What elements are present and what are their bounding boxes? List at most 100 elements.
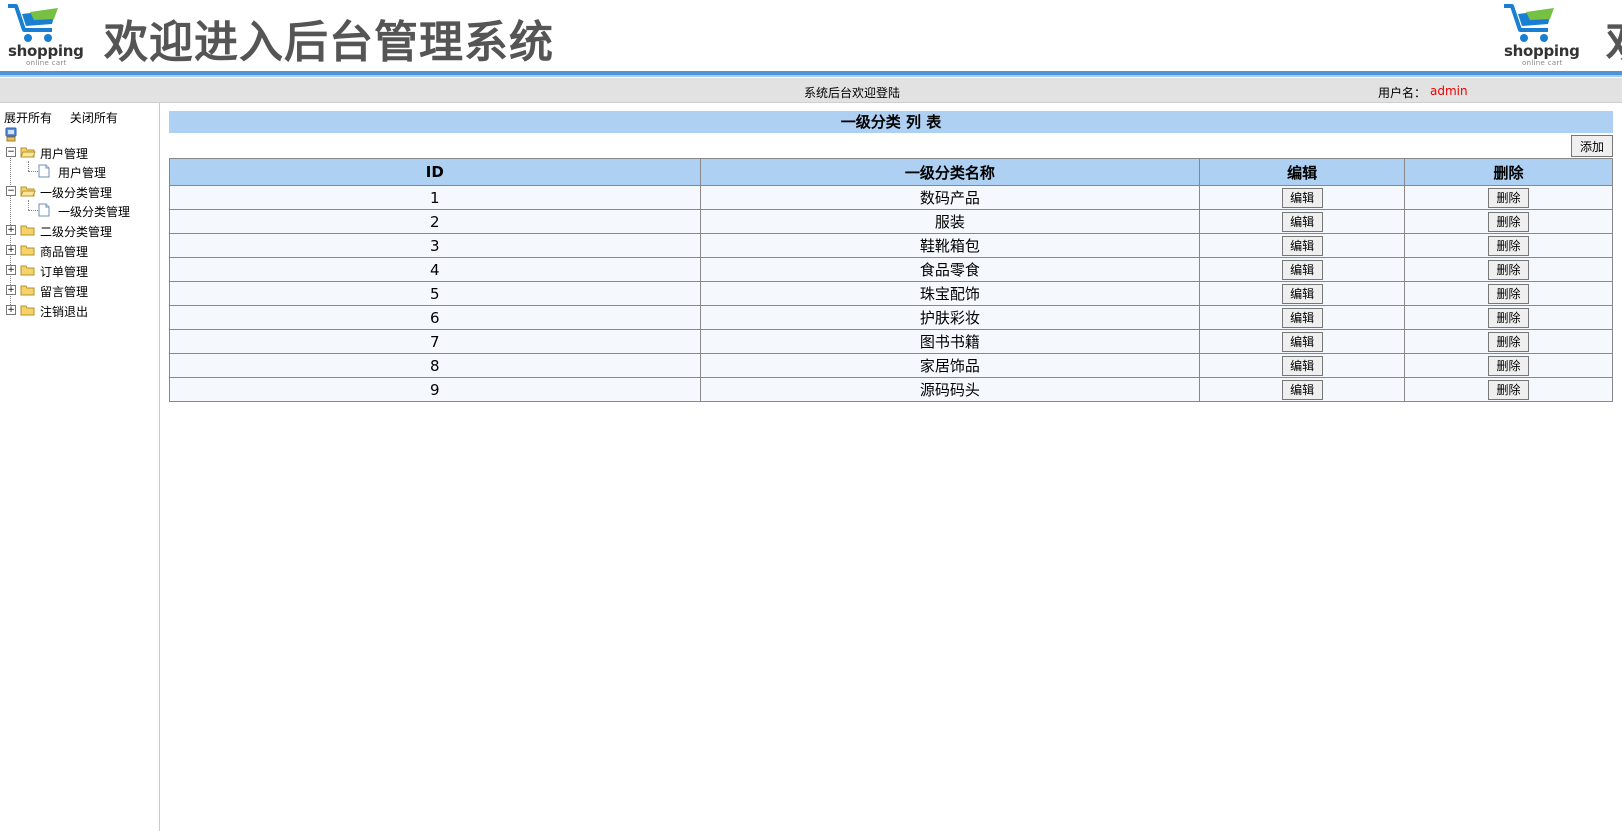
cell-name: 图书书籍 <box>699 329 1201 354</box>
tree-node-user-management[interactable]: − 用户管理 <box>0 143 158 161</box>
tree-node-category-2[interactable]: + 二级分类管理 <box>0 221 158 239</box>
logo-brand-repeat: shopping <box>1504 42 1580 60</box>
cell-edit: 编辑 <box>1199 377 1406 402</box>
expand-toggle-icon[interactable]: + <box>6 285 16 295</box>
expand-toggle-icon[interactable]: + <box>6 245 16 255</box>
edit-button[interactable]: 编辑 <box>1281 235 1323 256</box>
welcome-bar: 系统后台欢迎登陆 用户名： admin <box>0 78 1622 103</box>
expand-all-link[interactable]: 展开所有 <box>4 111 52 125</box>
cell-edit: 编辑 <box>1199 353 1406 378</box>
cell-delete: 删除 <box>1404 209 1613 234</box>
toolbar: 添加 <box>169 133 1613 157</box>
edit-button[interactable]: 编辑 <box>1281 355 1323 376</box>
header-banner: shopping online cart 欢迎进入后台管理系统 shopping… <box>0 0 1622 70</box>
cell-edit: 编辑 <box>1199 329 1406 354</box>
cart-icon <box>8 4 58 42</box>
folder-icon <box>20 265 35 276</box>
tree-node-label: 订单管理 <box>40 265 89 279</box>
category-table: ID 一级分类名称 编辑 删除 1 数码产品 编辑 删除 2 服装 编辑 删除 … <box>169 158 1613 402</box>
cell-edit: 编辑 <box>1199 185 1406 210</box>
table-row: 6 护肤彩妆 编辑 删除 <box>169 305 1613 330</box>
edit-button[interactable]: 编辑 <box>1281 259 1323 280</box>
tree-node-category-1[interactable]: − 一级分类管理 <box>0 182 158 200</box>
tree-node-messages[interactable]: + 留言管理 <box>0 281 158 299</box>
column-header-id: ID <box>169 158 701 186</box>
cart-icon <box>1504 4 1554 42</box>
sidebar: 展开所有 关闭所有 − 用户管理 用户管理 − 一级分类管理 一级分类管理 + … <box>0 103 160 831</box>
welcome-message: 系统后台欢迎登陆 <box>804 86 901 100</box>
edit-button[interactable]: 编辑 <box>1281 211 1323 232</box>
cell-edit: 编辑 <box>1199 209 1406 234</box>
edit-button[interactable]: 编辑 <box>1281 379 1323 400</box>
document-icon <box>38 203 50 217</box>
edit-button[interactable]: 编辑 <box>1281 307 1323 328</box>
collapse-all-link[interactable]: 关闭所有 <box>70 111 118 125</box>
tree-leaf-user-management[interactable]: 用户管理 <box>0 162 158 180</box>
table-row: 2 服装 编辑 删除 <box>169 209 1613 234</box>
cell-delete: 删除 <box>1404 281 1613 306</box>
cell-delete: 删除 <box>1404 353 1613 378</box>
banner-title-repeat: 欢 <box>1606 6 1622 70</box>
edit-button[interactable]: 编辑 <box>1281 187 1323 208</box>
table-row: 9 源码码头 编辑 删除 <box>169 377 1613 402</box>
cell-edit: 编辑 <box>1199 233 1406 258</box>
logo-subtitle: online cart <box>26 59 67 67</box>
cell-delete: 删除 <box>1404 185 1613 210</box>
delete-button[interactable]: 删除 <box>1488 235 1530 256</box>
cell-name: 护肤彩妆 <box>699 305 1201 330</box>
delete-button[interactable]: 删除 <box>1488 307 1530 328</box>
cell-name: 数码产品 <box>699 185 1201 210</box>
table-row: 7 图书书籍 编辑 删除 <box>169 329 1613 354</box>
folder-icon <box>20 245 35 256</box>
delete-button[interactable]: 删除 <box>1488 355 1530 376</box>
delete-button[interactable]: 删除 <box>1488 283 1530 304</box>
logo-subtitle-repeat: online cart <box>1522 59 1563 67</box>
banner-title: 欢迎进入后台管理系统 <box>104 17 554 68</box>
header-divider-light <box>0 75 1622 77</box>
edit-button[interactable]: 编辑 <box>1281 283 1323 304</box>
collapse-toggle-icon[interactable]: − <box>6 147 16 157</box>
edit-button[interactable]: 编辑 <box>1281 331 1323 352</box>
table-row: 1 数码产品 编辑 删除 <box>169 185 1613 210</box>
cell-id: 9 <box>169 377 701 402</box>
tree-leaf-category-1[interactable]: 一级分类管理 <box>0 201 158 219</box>
tree-controls: 展开所有 关闭所有 <box>4 109 132 126</box>
table-row: 5 珠宝配饰 编辑 删除 <box>169 281 1613 306</box>
folder-open-icon <box>20 147 36 158</box>
tree-node-label: 二级分类管理 <box>40 225 113 239</box>
add-button[interactable]: 添加 <box>1570 135 1613 157</box>
delete-button[interactable]: 删除 <box>1488 379 1530 400</box>
tree-node-logout[interactable]: + 注销退出 <box>0 301 158 319</box>
tree-node-orders[interactable]: + 订单管理 <box>0 261 158 279</box>
cell-name: 家居饰品 <box>699 353 1201 378</box>
folder-icon <box>20 305 35 316</box>
cell-edit: 编辑 <box>1199 281 1406 306</box>
table-row: 3 鞋靴箱包 编辑 删除 <box>169 233 1613 258</box>
cell-name: 源码码头 <box>699 377 1201 402</box>
tree-node-label: 一级分类管理 <box>40 186 113 200</box>
tree-node-label: 商品管理 <box>40 245 89 259</box>
delete-button[interactable]: 删除 <box>1488 187 1530 208</box>
tree-leaf-label: 用户管理 <box>58 166 107 180</box>
cell-edit: 编辑 <box>1199 305 1406 330</box>
delete-button[interactable]: 删除 <box>1488 211 1530 232</box>
expand-toggle-icon[interactable]: + <box>6 305 16 315</box>
page-title: 一级分类 列 表 <box>169 111 1613 133</box>
cell-delete: 删除 <box>1404 377 1613 402</box>
cell-id: 2 <box>169 209 701 234</box>
expand-toggle-icon[interactable]: + <box>6 265 16 275</box>
cell-name: 服装 <box>699 209 1201 234</box>
cell-delete: 删除 <box>1404 329 1613 354</box>
column-header-delete: 删除 <box>1404 158 1613 186</box>
expand-toggle-icon[interactable]: + <box>6 225 16 235</box>
delete-button[interactable]: 删除 <box>1488 331 1530 352</box>
cell-id: 6 <box>169 305 701 330</box>
delete-button[interactable]: 删除 <box>1488 259 1530 280</box>
document-icon <box>38 164 50 178</box>
tree-node-products[interactable]: + 商品管理 <box>0 241 158 259</box>
collapse-toggle-icon[interactable]: − <box>6 186 16 196</box>
tree-node-label: 用户管理 <box>40 147 89 161</box>
cell-id: 8 <box>169 353 701 378</box>
column-header-edit: 编辑 <box>1199 158 1406 186</box>
cell-id: 1 <box>169 185 701 210</box>
